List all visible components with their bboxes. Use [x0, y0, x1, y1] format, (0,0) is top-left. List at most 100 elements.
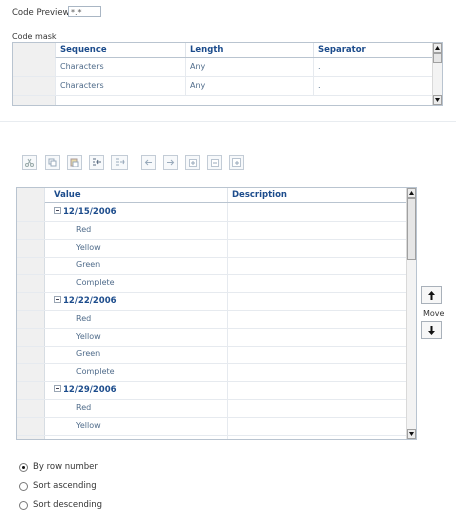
value-cell: Yellow: [76, 331, 101, 341]
arrow-up-icon: [409, 191, 414, 195]
value-cell: Yellow: [76, 242, 101, 252]
move-left-button[interactable]: [141, 155, 156, 170]
move-down-button[interactable]: [421, 321, 442, 339]
group-label: 12/22/2006: [63, 296, 117, 306]
value-cell: Green: [44, 434, 227, 439]
collapse-icon[interactable]: [54, 207, 61, 214]
copy-button[interactable]: [45, 155, 60, 170]
arrow-left-icon: [144, 159, 152, 166]
scroll-thumb[interactable]: [433, 53, 442, 63]
description-cell[interactable]: [227, 416, 407, 435]
add-child-button[interactable]: [229, 155, 244, 170]
group-row[interactable]: 12/22/2006: [17, 292, 406, 311]
scroll-up-button[interactable]: [407, 188, 416, 198]
tree-row[interactable]: Complete: [17, 274, 407, 294]
scroll-down-button[interactable]: [407, 429, 416, 439]
radio-sort-descending[interactable]: Sort descending: [19, 499, 102, 511]
table-row[interactable]: Characters Any .: [13, 58, 432, 77]
value-cell: Red: [76, 313, 92, 323]
table-row[interactable]: Characters Any .: [13, 77, 432, 96]
collapse-icon[interactable]: [54, 296, 61, 303]
remove-row-button[interactable]: [207, 155, 222, 170]
arrow-up-icon: [428, 290, 435, 300]
description-cell[interactable]: [227, 398, 407, 417]
group-label: 12/15/2006: [63, 207, 117, 217]
arrow-down-icon: [435, 98, 440, 102]
paste-button[interactable]: [67, 155, 82, 170]
value-cell: Green: [76, 260, 101, 270]
group-row[interactable]: 12/15/2006: [17, 203, 406, 222]
tree-row[interactable]: Green: [17, 345, 407, 365]
radio-indicator[interactable]: [19, 462, 28, 472]
radio-indicator[interactable]: [19, 500, 28, 510]
remove-icon: [210, 158, 219, 167]
description-cell[interactable]: [227, 274, 407, 293]
description-cell[interactable]: [227, 238, 407, 257]
description-cell[interactable]: [227, 292, 407, 310]
move-right-button[interactable]: [163, 155, 178, 170]
value-cell: Complete: [76, 278, 115, 288]
radio-sort-ascending[interactable]: Sort ascending: [19, 480, 97, 492]
tree-row[interactable]: Yellow: [17, 327, 407, 347]
section-divider: [0, 121, 456, 122]
cut-button[interactable]: [22, 155, 37, 170]
add-child-icon: [232, 158, 241, 167]
outdent-button[interactable]: [111, 155, 128, 170]
tree-row[interactable]: Yellow: [17, 416, 407, 436]
description-cell[interactable]: [227, 203, 407, 221]
move-up-button[interactable]: [421, 286, 442, 304]
code-mask-scrollbar[interactable]: [432, 43, 442, 105]
values-tree-grid[interactable]: Value Description 12/15/2006 Red Yellow Gre…: [16, 187, 417, 440]
column-header-length[interactable]: Length: [185, 43, 313, 57]
tree-row[interactable]: Red: [17, 220, 407, 240]
column-header-sequence[interactable]: Sequence: [55, 43, 185, 57]
description-cell[interactable]: [227, 363, 407, 382]
scroll-down-button[interactable]: [433, 95, 442, 105]
radio-by-row-number[interactable]: By row number: [19, 461, 98, 473]
column-header-value[interactable]: Value: [44, 188, 227, 202]
code-mask-grid[interactable]: Sequence Length Separator Characters Any…: [12, 42, 443, 106]
description-cell[interactable]: [227, 309, 407, 328]
code-mask-label: Code mask: [12, 32, 57, 41]
code-preview-label: Code Preview: [12, 8, 70, 18]
description-cell[interactable]: [227, 327, 407, 346]
scroll-thumb[interactable]: [407, 198, 416, 260]
group-label: 12/29/2006: [63, 385, 117, 395]
values-grid-scrollbar[interactable]: [406, 188, 416, 439]
tree-row[interactable]: Green: [17, 434, 407, 439]
value-cell: Complete: [76, 367, 115, 377]
outdent-icon: [115, 158, 125, 166]
value-cell: Red: [76, 402, 92, 412]
indent-icon: [92, 158, 101, 166]
value-cell: Red: [76, 224, 92, 234]
value-cell: Yellow: [76, 420, 101, 430]
description-cell[interactable]: [227, 381, 407, 399]
description-cell[interactable]: [227, 256, 407, 275]
column-header-description[interactable]: Description: [227, 188, 407, 202]
description-cell[interactable]: [227, 434, 407, 439]
arrow-up-icon: [435, 46, 440, 50]
tree-row[interactable]: Complete: [17, 363, 407, 383]
indent-button[interactable]: [89, 155, 104, 170]
add-row-button[interactable]: [185, 155, 200, 170]
radio-indicator[interactable]: [19, 481, 28, 491]
arrow-down-icon: [409, 432, 414, 436]
scroll-up-button[interactable]: [433, 43, 442, 53]
tree-row[interactable]: Green: [17, 256, 407, 276]
tree-row[interactable]: Red: [17, 398, 407, 418]
description-cell[interactable]: [227, 220, 407, 239]
tree-row[interactable]: Red: [17, 309, 407, 329]
move-label: Move: [423, 309, 445, 318]
paste-icon: [70, 158, 79, 167]
description-cell[interactable]: [227, 345, 407, 364]
collapse-icon[interactable]: [54, 385, 61, 392]
code-preview-field[interactable]: *.*: [68, 6, 101, 17]
column-header-separator[interactable]: Separator: [313, 43, 433, 57]
cut-icon: [25, 158, 34, 167]
group-row[interactable]: 12/29/2006: [17, 381, 406, 400]
arrow-down-icon: [428, 325, 435, 335]
copy-icon: [48, 158, 57, 167]
value-cell: Green: [76, 349, 101, 359]
tree-row[interactable]: Yellow: [17, 238, 407, 258]
arrow-right-icon: [167, 159, 175, 166]
